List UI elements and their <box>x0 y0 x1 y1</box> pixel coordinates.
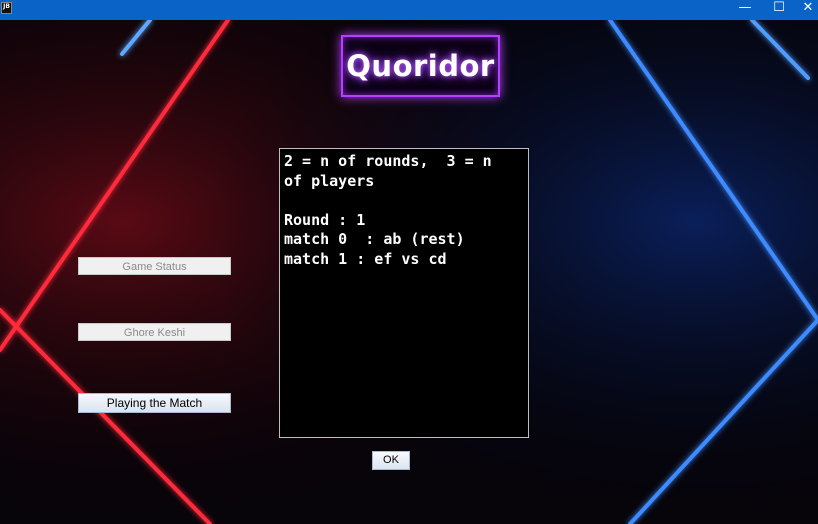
app-icon: JB <box>1 2 12 14</box>
close-icon[interactable]: ✕ <box>788 0 818 20</box>
game-status-button[interactable]: Game Status <box>78 257 231 275</box>
game-panel: Quoridor Game Status Ghore Keshi Playing… <box>0 20 818 524</box>
ghore-keshi-button[interactable]: Ghore Keshi <box>78 323 231 341</box>
logo-text: Quoridor <box>346 49 495 83</box>
playing-the-match-button[interactable]: Playing the Match <box>78 393 231 413</box>
quoridor-logo: Quoridor <box>341 35 500 97</box>
title-bar: JB — ☐ ✕ <box>0 0 818 20</box>
match-output-textarea[interactable]: 2 = n of rounds, 3 = n of players Round … <box>279 148 529 438</box>
ok-button[interactable]: OK <box>372 451 410 470</box>
